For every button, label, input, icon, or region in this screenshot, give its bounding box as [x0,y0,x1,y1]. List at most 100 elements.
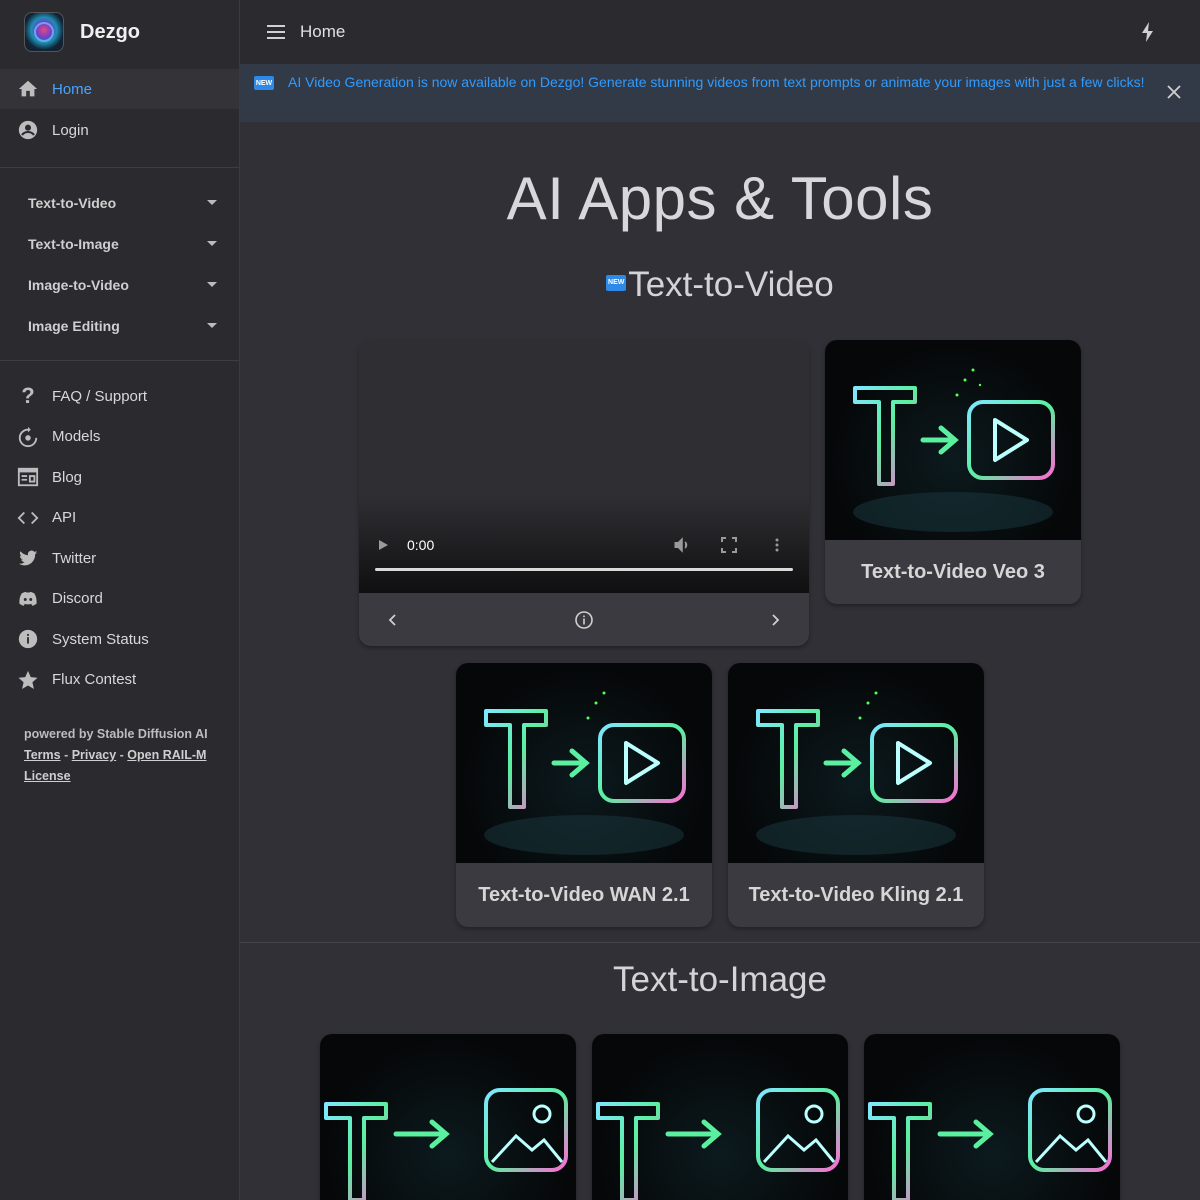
nav-item-models[interactable]: Models [0,417,239,458]
category-label: Image Editing [28,317,120,334]
nav-item-login[interactable]: Login [0,110,239,150]
account-circle-icon [16,118,40,142]
info-icon[interactable] [574,610,594,630]
card-thumbnail [592,1034,848,1200]
close-icon[interactable] [1166,84,1182,100]
more-vertical-icon[interactable] [769,537,785,553]
video-controls: 0:00 [375,534,793,556]
chevron-down-icon [207,282,217,287]
footer-separator: - [60,748,72,762]
text-to-image-icon [868,1088,1112,1200]
card-thumbnail [825,340,1081,540]
text-to-video-icon [853,368,1055,532]
app-card-text-to-video-kling-2-1[interactable]: Text-to-Video Kling 2.1 [728,663,984,927]
section-heading-text-to-video: NEW Text-to-Video [240,265,1200,305]
category-image-editing[interactable]: Image Editing [0,305,239,346]
footer-separator: - [116,748,128,762]
main-content: AI Apps & Tools NEW Text-to-Video 0:00 T… [240,122,1200,1200]
brand[interactable]: Dezgo [0,0,239,64]
app-root: Dezgo Home Login Text-to-Video Text-to-I… [0,0,1200,1200]
new-badge-icon: NEW [606,274,627,291]
hamburger-menu-icon[interactable] [264,20,288,44]
models-icon [16,425,40,449]
app-card-text-to-video-veo-3[interactable]: Text-to-Video Veo 3 [825,340,1081,604]
card-thumbnail [728,663,984,863]
category-label: Text-to-Video [28,194,117,211]
star-icon [16,668,40,692]
nav-item-discord[interactable]: Discord [0,579,239,620]
chevron-down-icon [207,200,217,205]
app-card-text-to-image[interactable] [864,1034,1120,1200]
nav-item-twitter[interactable]: Twitter [0,538,239,579]
video-player[interactable]: 0:00 [359,340,809,593]
card-label: Text-to-Video Kling 2.1 [748,883,964,906]
privacy-link[interactable]: Privacy [72,748,116,762]
video-progress-bar[interactable] [375,568,793,571]
card-thumbnail [864,1034,1120,1200]
banner-text[interactable]: AI Video Generation is now available on … [288,72,1148,92]
card-label: Text-to-Video Veo 3 [861,560,1045,583]
video-time: 0:00 [407,537,435,553]
nav-item-label: Twitter [52,549,97,567]
nav-item-label: Blog [52,468,83,486]
nav-item-label: Discord [52,590,103,608]
text-to-video-icon [484,691,686,855]
category-text-to-image[interactable]: Text-to-Image [0,223,239,264]
video-carousel-card: 0:00 [359,340,809,646]
nav-item-label: FAQ / Support [52,387,148,405]
card-label: Text-to-Video WAN 2.1 [478,883,690,906]
powered-by-text: powered by Stable Diffusion AI [24,727,208,741]
sidebar: Dezgo Home Login Text-to-Video Text-to-I… [0,0,240,1200]
category-label: Image-to-Video [28,276,129,293]
nav-item-api[interactable]: API [0,498,239,539]
nav-item-flux-contest[interactable]: Flux Contest [0,660,239,701]
volume-icon[interactable] [673,536,691,554]
category-image-to-video[interactable]: Image-to-Video [0,264,239,305]
category-text-to-video[interactable]: Text-to-Video [0,182,239,223]
chevron-down-icon [207,241,217,246]
nav-item-login-label: Login [52,121,89,139]
category-label: Text-to-Image [28,235,119,252]
section-title: Text-to-Image [613,960,827,999]
text-to-image-icon [324,1088,568,1200]
top-app-bar: Home [240,0,1200,64]
app-card-text-to-image[interactable] [320,1034,576,1200]
brand-name: Dezgo [80,20,140,43]
sidebar-divider [0,167,239,168]
sidebar-footer: powered by Stable Diffusion AI Terms - P… [0,714,239,797]
nav-item-home-label: Home [52,80,93,98]
nav-item-system-status[interactable]: System Status [0,619,239,660]
main-heading: AI Apps & Tools [506,165,934,232]
chevron-left-icon[interactable] [385,612,401,628]
lightning-bolt-icon[interactable] [1136,20,1160,44]
section-heading-text-to-image: Text-to-Image [240,960,1200,1000]
fullscreen-icon[interactable] [721,537,737,553]
app-card-text-to-video-wan-2-1[interactable]: Text-to-Video WAN 2.1 [456,663,712,927]
code-icon [16,506,40,530]
blog-icon [16,465,40,489]
nav-item-label: API [52,509,77,527]
chevron-right-icon[interactable] [767,612,783,628]
text-to-image-icon [596,1088,840,1200]
play-icon[interactable] [375,537,391,553]
card-thumbnail [456,663,712,863]
question-mark-icon: ? [21,383,35,409]
sidebar-divider [0,360,239,361]
discord-icon [16,587,40,611]
text-to-video-icon [756,691,958,855]
section-title: Text-to-Video [628,265,834,304]
dezgo-logo [24,12,64,52]
nav-item-label: Flux Contest [52,671,137,689]
app-card-text-to-image[interactable] [592,1034,848,1200]
new-badge-icon: NEW [254,76,274,90]
nav-item-faq[interactable]: ? FAQ / Support [0,376,239,417]
nav-item-home[interactable]: Home [0,69,239,109]
section-divider [240,942,1200,943]
terms-link[interactable]: Terms [24,748,61,762]
nav-item-blog[interactable]: Blog [0,457,239,498]
nav-item-label: Models [52,428,101,446]
twitter-icon [16,546,40,570]
chevron-down-icon [207,323,217,328]
card-thumbnail [320,1034,576,1200]
home-icon [16,77,40,101]
